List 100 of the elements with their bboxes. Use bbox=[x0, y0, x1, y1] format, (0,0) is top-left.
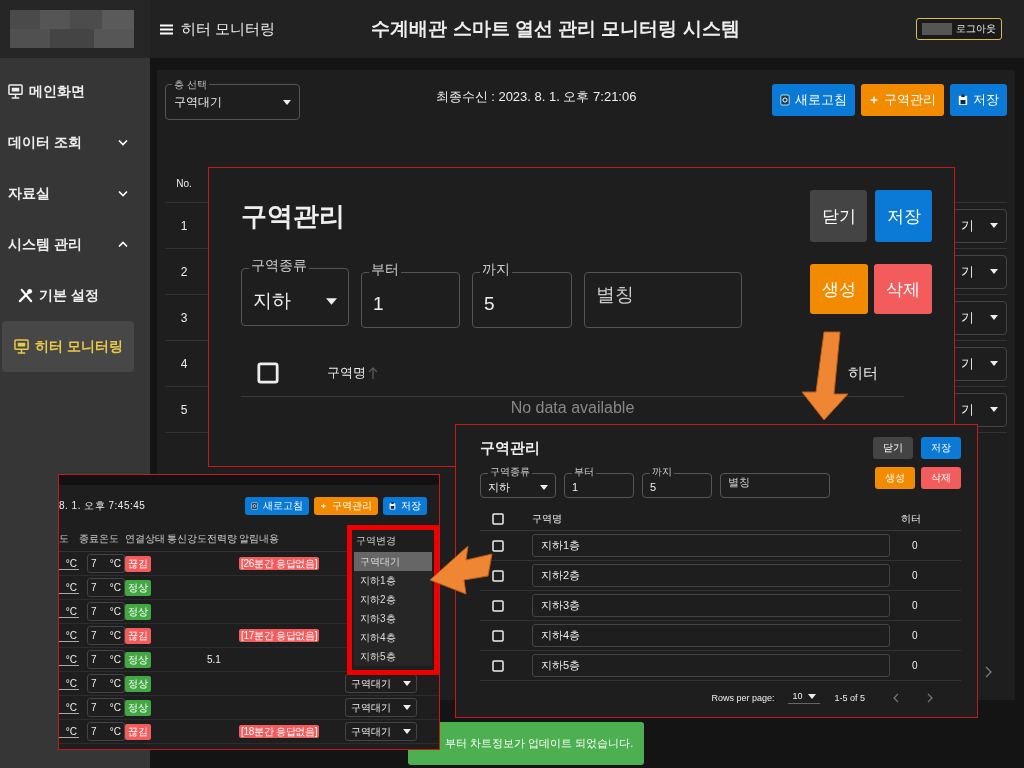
dialog-title: 구역관리 bbox=[480, 438, 541, 458]
save-button[interactable]: 저장 bbox=[950, 84, 1007, 116]
to-field[interactable]: 까지 5 bbox=[472, 262, 572, 328]
refresh-icon bbox=[780, 94, 790, 106]
last-received-time: 최종수신 : 2023. 8. 1. 오후 7:21:06 bbox=[434, 88, 638, 106]
monitor-icon bbox=[8, 84, 23, 99]
next-page-icon[interactable] bbox=[927, 692, 933, 703]
checkbox[interactable] bbox=[492, 599, 504, 612]
zone-select[interactable]: 구역대기 bbox=[345, 722, 417, 741]
zone-select[interactable]: 구역대기 bbox=[345, 698, 417, 717]
column-header: No. bbox=[175, 177, 193, 189]
column-header: 연결상태 bbox=[125, 533, 165, 544]
start-temp-field[interactable]: °C bbox=[59, 653, 79, 666]
zone-name-field[interactable]: 지하4층 bbox=[532, 624, 890, 647]
system-title: 수계배관 스마트 열선 관리 모니터링 시스템 bbox=[370, 17, 741, 41]
alert-badge: [18분간 응답없음] bbox=[239, 724, 320, 738]
heater-count: 0 bbox=[912, 570, 918, 581]
row-number: 2 bbox=[179, 264, 189, 279]
caret-icon bbox=[990, 407, 998, 412]
sort-arrow-icon bbox=[368, 366, 378, 380]
caret-icon bbox=[283, 99, 291, 105]
zone-name-field[interactable]: 지하2층 bbox=[532, 564, 890, 587]
column-header: 통신강도 bbox=[167, 533, 207, 544]
checkbox[interactable] bbox=[492, 513, 504, 525]
start-temp-field[interactable]: °C bbox=[59, 605, 79, 618]
sidebar-item[interactable]: 데이터 조회 bbox=[0, 117, 150, 168]
status-badge: 정상 bbox=[125, 603, 151, 620]
checkbox[interactable] bbox=[492, 629, 504, 642]
alias-field[interactable]: 별칭 bbox=[720, 467, 830, 498]
column-header: 전력량 bbox=[207, 533, 237, 544]
plus-icon bbox=[320, 502, 327, 510]
sidebar-item[interactable]: 히터 모니터링 bbox=[2, 321, 134, 372]
logout-button[interactable]: 로그아웃 bbox=[916, 18, 1002, 40]
checkbox[interactable] bbox=[492, 659, 504, 672]
zone-name-field[interactable]: 지하3층 bbox=[532, 594, 890, 617]
previous-page-icon[interactable] bbox=[893, 692, 899, 703]
menu-icon[interactable] bbox=[160, 23, 173, 35]
column-header: 종료온도 bbox=[79, 533, 119, 544]
page-title: 히터 모니터링 bbox=[181, 19, 276, 39]
refresh-button[interactable]: 새로고침 bbox=[245, 497, 309, 515]
sidebar-item[interactable]: 기본 설정 bbox=[0, 270, 150, 321]
row-number: 3 bbox=[179, 310, 189, 325]
caret-icon bbox=[990, 315, 998, 320]
caret-icon bbox=[808, 693, 817, 699]
close-button[interactable]: 닫기 bbox=[810, 190, 867, 242]
start-temp-field[interactable]: °C bbox=[59, 629, 79, 642]
status-badge: 정상 bbox=[125, 675, 151, 692]
rows-per-page-select[interactable]: 10 bbox=[788, 691, 821, 704]
zone-type-select[interactable]: 구역종류 지하 bbox=[480, 467, 556, 498]
menu-option[interactable]: 지하2층 bbox=[354, 590, 432, 609]
caret-icon bbox=[540, 484, 548, 490]
checkbox[interactable] bbox=[492, 569, 504, 582]
status-badge: 끊김 bbox=[125, 555, 151, 572]
from-field[interactable]: 부터 1 bbox=[564, 467, 634, 498]
toast-message: 부터 차트정보가 업데이트 되었습니다. bbox=[408, 722, 644, 765]
column-header: 히터 bbox=[848, 363, 878, 383]
column-header: 구역명 bbox=[327, 364, 366, 382]
caret-icon bbox=[403, 705, 411, 710]
menu-option[interactable]: 지하4층 bbox=[354, 628, 432, 647]
start-temp-field[interactable]: °C bbox=[59, 581, 79, 594]
from-field[interactable]: 부터 1 bbox=[361, 262, 460, 328]
start-temp-field[interactable]: °C bbox=[59, 677, 79, 690]
next-page-icon[interactable] bbox=[985, 666, 993, 678]
start-temp-field[interactable]: °C bbox=[59, 701, 79, 714]
row-number: 5 bbox=[179, 402, 189, 417]
empty-message: No data available bbox=[510, 399, 635, 416]
start-temp-field[interactable]: °C bbox=[59, 725, 79, 738]
save-button[interactable]: 저장 bbox=[921, 437, 961, 459]
refresh-button[interactable]: 새로고침 bbox=[772, 84, 855, 116]
column-header: 알림내용 bbox=[239, 533, 279, 544]
close-button[interactable]: 닫기 bbox=[873, 437, 913, 459]
alias-field[interactable]: 별칭 bbox=[584, 262, 742, 328]
menu-option[interactable]: 지하5층 bbox=[354, 647, 432, 666]
sidebar-item[interactable]: 자료실 bbox=[0, 168, 150, 219]
save-button[interactable]: 저장 bbox=[383, 497, 427, 515]
chevron-up-icon bbox=[118, 241, 128, 248]
column-header: 히터 bbox=[901, 512, 921, 526]
menu-option[interactable]: 지하1층 bbox=[354, 571, 432, 590]
sidebar-item[interactable]: 시스템 관리 bbox=[0, 219, 150, 270]
save-button[interactable]: 저장 bbox=[875, 190, 932, 242]
checkbox[interactable] bbox=[492, 539, 504, 552]
start-temp-field[interactable]: °C bbox=[59, 557, 79, 570]
rows-per-page-label: Rows per page: bbox=[711, 692, 775, 703]
plus-icon bbox=[869, 94, 879, 106]
to-field[interactable]: 까지 5 bbox=[642, 467, 712, 498]
status-badge: 정상 bbox=[125, 651, 151, 668]
caret-icon bbox=[403, 681, 411, 686]
zone-name-field[interactable]: 지하1층 bbox=[532, 534, 890, 557]
dialog-title: 구역관리 bbox=[241, 199, 346, 233]
menu-option[interactable]: 지하3층 bbox=[354, 609, 432, 628]
sidebar-item[interactable]: 메인화면 bbox=[0, 66, 150, 117]
zone-name-field[interactable]: 지하5층 bbox=[532, 654, 890, 677]
last-received-time: 8. 1. 오후 7:45:45 bbox=[59, 499, 147, 513]
zone-type-select[interactable]: 구역종류 지하 bbox=[241, 258, 349, 326]
column-header: 구역변경 bbox=[356, 534, 396, 548]
checkbox[interactable] bbox=[257, 359, 279, 387]
heater-count: 0 bbox=[912, 660, 918, 671]
column-header: 도 bbox=[59, 533, 69, 544]
menu-option[interactable]: 구역대기 bbox=[354, 552, 432, 571]
power-value: 5.1 bbox=[207, 654, 221, 665]
